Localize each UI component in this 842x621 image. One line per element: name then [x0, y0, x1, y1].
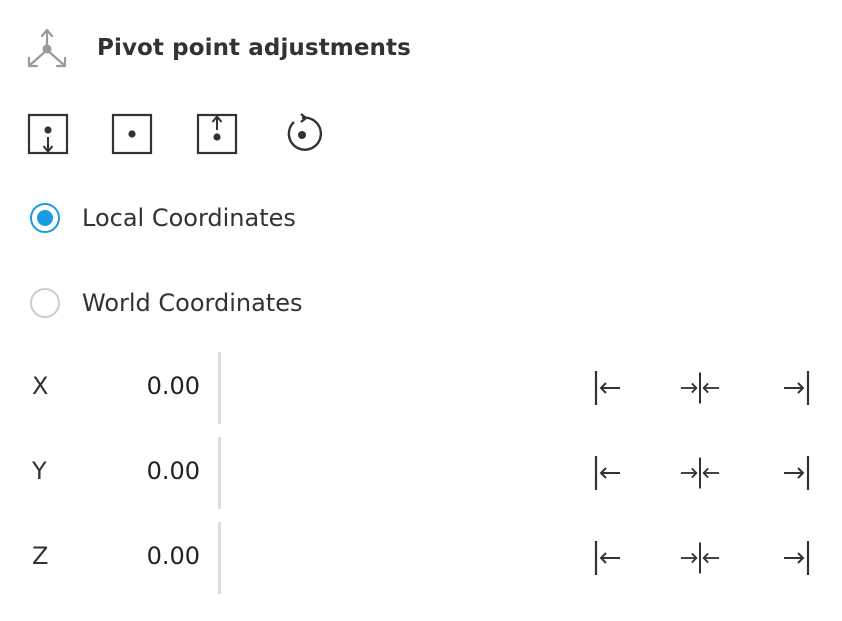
divider [218, 522, 221, 594]
axis-row-x: X [0, 352, 842, 424]
pivot-top-button[interactable] [193, 110, 241, 158]
align-max-button[interactable] [776, 368, 816, 408]
align-min-button[interactable] [588, 368, 628, 408]
y-value-input[interactable] [110, 457, 200, 485]
pivot-panel: Pivot point adjustments Local Coordinate… [0, 0, 842, 621]
panel-title: Pivot point adjustments [97, 35, 411, 61]
align-max-icon [784, 371, 810, 405]
rotate-reset-icon [287, 113, 323, 151]
pivot-bottom-icon [27, 113, 69, 155]
z-value-input[interactable] [110, 542, 200, 570]
axis-label: X [32, 372, 49, 400]
align-center-button[interactable] [680, 453, 720, 493]
axis-label: Z [32, 542, 49, 570]
align-center-button[interactable] [680, 368, 720, 408]
align-min-icon [594, 541, 620, 575]
align-max-icon [784, 541, 810, 575]
radio-world-coordinates[interactable]: World Coordinates [30, 285, 302, 321]
align-min-button[interactable] [588, 538, 628, 578]
pivot-reset-button[interactable] [278, 110, 326, 158]
panel-header: Pivot point adjustments [24, 26, 411, 72]
radio-label: World Coordinates [82, 289, 303, 317]
radio-checked-icon[interactable] [30, 203, 60, 233]
align-center-icon [680, 457, 720, 489]
align-max-button[interactable] [776, 538, 816, 578]
axis-row-y: Y [0, 437, 842, 509]
divider [218, 437, 221, 509]
align-max-button[interactable] [776, 453, 816, 493]
radio-local-coordinates[interactable]: Local Coordinates [30, 200, 296, 236]
axis-row-z: Z [0, 522, 842, 594]
pivot-axes-icon [27, 28, 67, 68]
align-max-icon [784, 456, 810, 490]
align-center-icon [680, 542, 720, 574]
divider [218, 352, 221, 424]
radio-label: Local Coordinates [82, 204, 296, 232]
axis-label: Y [32, 457, 47, 485]
align-min-icon [594, 456, 620, 490]
align-min-button[interactable] [588, 453, 628, 493]
radio-unchecked-icon[interactable] [30, 288, 60, 318]
x-value-input[interactable] [110, 372, 200, 400]
pivot-center-button[interactable] [108, 110, 156, 158]
align-min-icon [594, 371, 620, 405]
align-center-button[interactable] [680, 538, 720, 578]
pivot-top-icon [196, 113, 238, 155]
align-center-icon [680, 372, 720, 404]
pivot-bottom-button[interactable] [24, 110, 72, 158]
pivot-center-icon [111, 113, 153, 155]
